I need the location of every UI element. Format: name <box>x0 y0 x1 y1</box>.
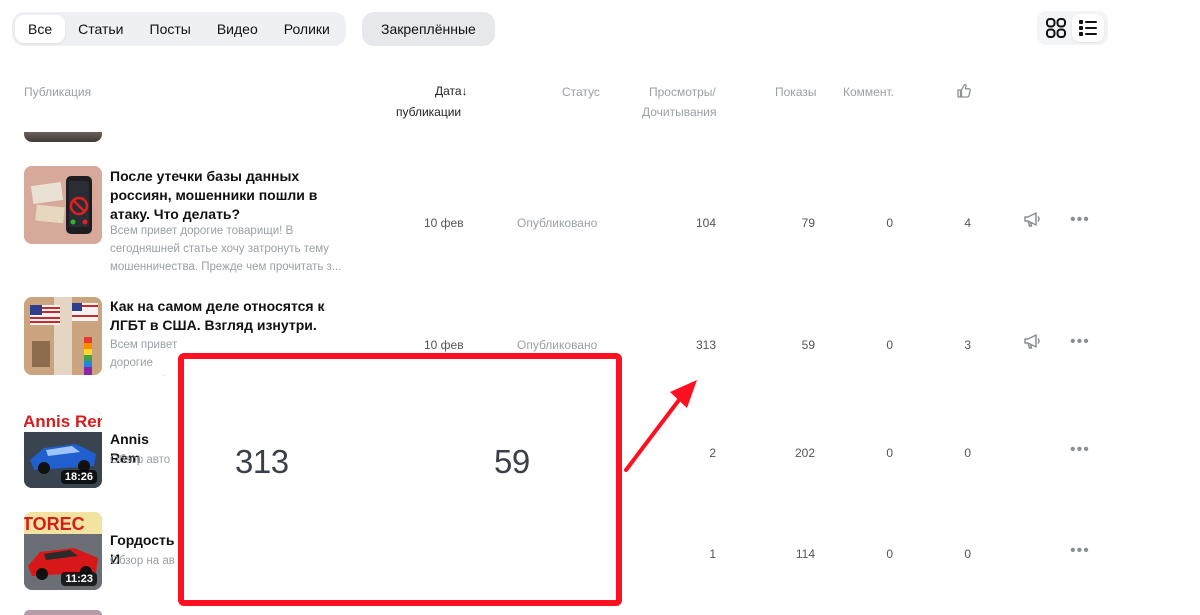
header-comments[interactable]: Коммент. <box>843 82 894 102</box>
row-1-date: 10 фев <box>424 216 464 230</box>
row-2-date: 10 фев <box>424 338 464 352</box>
row-2-more-icon[interactable]: ••• <box>1070 334 1090 350</box>
row-4-thumb-text: TOREC <box>24 514 85 534</box>
row-1-comments: 0 <box>886 216 893 230</box>
row-3-comments: 0 <box>886 446 893 460</box>
row-4-views: 1 <box>709 547 716 561</box>
tab-videos[interactable]: Видео <box>204 15 271 43</box>
view-toggle <box>1037 11 1108 45</box>
thumbnail-phone-image <box>24 166 102 244</box>
row-3-description: Обзор авто <box>110 454 171 466</box>
row-4-likes: 0 <box>964 547 971 561</box>
row-2-impressions: 59 <box>801 338 815 352</box>
list-view-button[interactable] <box>1072 14 1104 42</box>
row-2-title[interactable]: Как на самом деле относятся к ЛГБТ в США… <box>110 297 355 335</box>
content-type-tabs: Все Статьи Посты Видео Ролики <box>12 12 346 46</box>
row-3-thumbnail[interactable]: Annis Rem 18:26 <box>24 410 102 488</box>
row-1-impressions: 79 <box>801 216 815 230</box>
header-impressions[interactable]: Показы <box>775 82 816 102</box>
row-3-more-icon[interactable]: ••• <box>1070 442 1090 458</box>
row-2-status: Опубликовано <box>517 338 598 352</box>
like-icon[interactable] <box>956 83 972 99</box>
row-3-duration: 18:26 <box>60 470 97 484</box>
row-4-description: Обзор на ав <box>110 555 175 567</box>
row-1-thumbnail[interactable] <box>24 166 102 244</box>
header-date-sort[interactable]: Дата↓ <box>435 81 468 101</box>
thumbnail-partial-bottom <box>24 610 102 615</box>
tab-shorts[interactable]: Ролики <box>271 15 343 43</box>
tab-all[interactable]: Все <box>15 15 66 43</box>
row-4-thumbnail[interactable]: TOREC 11:23 <box>24 512 102 590</box>
row-4-impressions: 114 <box>795 547 815 561</box>
grid-view-button[interactable] <box>1040 14 1072 42</box>
row-1-description: Всем привет дорогие товарищи! В сегодняш… <box>110 225 342 273</box>
list-icon <box>1079 20 1097 36</box>
row-3-likes: 0 <box>964 446 971 460</box>
row-1-likes: 4 <box>964 216 971 230</box>
row-2-comments: 0 <box>886 338 893 352</box>
grid-icon <box>1046 18 1066 38</box>
header-views[interactable]: Просмотры/ <box>649 82 716 102</box>
zoom-highlight-box: 313 59 <box>178 353 622 606</box>
header-publication: Публикация <box>24 85 92 99</box>
tab-articles[interactable]: Статьи <box>65 15 136 43</box>
promote-megaphone-icon[interactable] <box>1023 211 1042 228</box>
sort-arrow-icon: ↓ <box>461 84 468 98</box>
header-date-sub: публикации <box>396 105 462 119</box>
tab-posts[interactable]: Посты <box>137 15 204 43</box>
row-2-description: Всем привет дорогие товарищи! Все мы зна… <box>110 339 178 376</box>
header-date-label: Дата <box>435 84 462 98</box>
row-3-thumb-text: Annis Rem <box>24 412 102 431</box>
row-1-status: Опубликовано <box>517 216 598 230</box>
row-3-impressions: 202 <box>794 446 815 460</box>
row-1-more-icon[interactable]: ••• <box>1070 212 1090 228</box>
tab-pinned[interactable]: Закреплённые <box>362 12 495 46</box>
row-1-title[interactable]: После утечки базы данных россиян, мошенн… <box>110 167 355 224</box>
row-1-views: 104 <box>695 216 716 230</box>
thumbnail-flags-image <box>24 297 102 375</box>
row-4-duration: 11:23 <box>61 572 97 586</box>
row-2-thumbnail[interactable] <box>24 297 102 375</box>
row-4-more-icon[interactable]: ••• <box>1070 543 1090 559</box>
row-4-comments: 0 <box>886 547 893 561</box>
zoom-views-value: 313 <box>235 443 289 480</box>
promote-megaphone-icon[interactable] <box>1023 333 1042 350</box>
header-reads: Дочитывания <box>642 105 717 119</box>
header-status: Статус <box>562 85 600 99</box>
row-2-views: 313 <box>695 338 716 352</box>
row-2-likes: 3 <box>964 338 971 352</box>
row-3-views: 2 <box>709 446 716 460</box>
thumbnail-partial <box>24 132 102 142</box>
zoom-impressions-value: 59 <box>494 443 530 480</box>
